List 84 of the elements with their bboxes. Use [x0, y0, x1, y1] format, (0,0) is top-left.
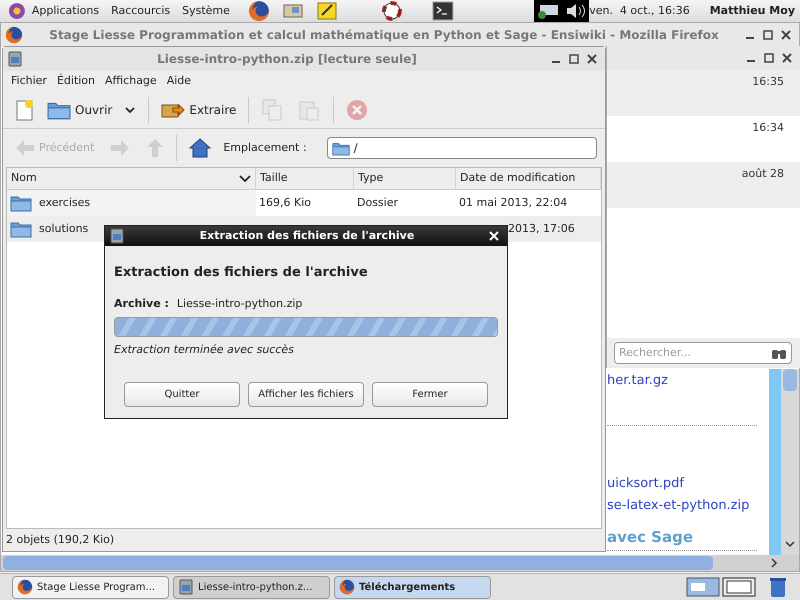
close-icon[interactable]: [782, 53, 792, 63]
panel-menu[interactable]: Applications: [26, 2, 106, 20]
toolbar-button[interactable]: Extraire: [157, 94, 240, 124]
download-time: 16:35: [752, 74, 784, 88]
table-cell-text: solutions: [39, 220, 88, 237]
new-document-icon: [15, 98, 35, 120]
menu-item[interactable]: Fichier: [7, 72, 51, 90]
trash-icon[interactable]: [768, 576, 788, 598]
scrollbar-thumb[interactable]: [783, 369, 797, 391]
section-heading: avec Sage: [607, 526, 694, 548]
column-header[interactable]: Nom: [7, 168, 256, 189]
archive-icon: [178, 579, 194, 595]
user-name[interactable]: Matthieu Moy: [710, 2, 795, 20]
flower-logo-icon: [8, 2, 26, 20]
maximize-icon[interactable]: [764, 53, 774, 63]
workspace-icon[interactable]: [686, 577, 720, 597]
status-message: Extraction terminée avec succès: [114, 342, 295, 358]
download-link[interactable]: se-latex-et-python.zip: [607, 496, 769, 516]
window-title: Stage Liesse Programmation et calcul mathématique en Python et Sage - Ensiwiki - Mozilla Firefox: [48, 27, 720, 44]
column-header[interactable]: Type: [354, 168, 456, 189]
folder-icon: [332, 140, 350, 156]
table-cell-text: 169,6 Kio: [259, 194, 311, 211]
location-field[interactable]: /: [326, 137, 597, 159]
download-row[interactable]: 16:35: [607, 70, 800, 116]
firefox-icon: [248, 0, 270, 22]
firefox-icon: [5, 26, 23, 44]
horizontal-scrollbar[interactable]: [1, 555, 799, 571]
firefox-icon: [17, 579, 33, 595]
vertical-scrollbar[interactable]: [781, 369, 799, 555]
column-header[interactable]: Taille: [256, 168, 354, 189]
menu-item[interactable]: Édition: [52, 72, 100, 90]
menu-item[interactable]: Aide: [162, 72, 196, 90]
folder-icon: [10, 194, 32, 212]
dialog-heading: Extraction des fichiers de l'archive: [114, 264, 369, 282]
download-link[interactable]: uicksort.pdf: [607, 474, 769, 493]
close-icon[interactable]: [781, 30, 791, 40]
notepad-icon[interactable]: [316, 1, 338, 21]
close-icon[interactable]: [587, 54, 597, 64]
column-header[interactable]: Date de modification: [456, 168, 601, 189]
download-time: août 28: [742, 166, 784, 180]
up-arrow-icon: [146, 138, 164, 158]
archive-icon: [7, 51, 23, 67]
home-icon: [189, 138, 212, 158]
dialog-button[interactable]: Afficher les fichiers: [248, 382, 364, 407]
download-time: 16:34: [752, 120, 784, 134]
workspace-icon[interactable]: [722, 577, 756, 597]
location-label: Emplacement :: [223, 140, 307, 156]
taskbar-button[interactable]: Téléchargements: [334, 576, 491, 598]
firefox-icon: [339, 579, 355, 595]
toolbar-button[interactable]: Ouvrir: [43, 94, 140, 124]
maximize-icon[interactable]: [763, 30, 773, 40]
dialog-title: Extraction des fichiers de l'archive: [198, 228, 416, 244]
archive-label: Archive :: [114, 296, 169, 312]
search-field[interactable]: Rechercher...: [614, 342, 792, 364]
table-cell-text: 01 mai 2013, 22:04: [459, 194, 568, 211]
taskbar-button[interactable]: Stage Liesse Program...: [12, 576, 169, 598]
taskbar-button[interactable]: Liesse-intro-python.z...: [173, 576, 330, 598]
archive-name: Liesse-intro-python.zip: [176, 296, 302, 312]
download-row[interactable]: août 28: [607, 162, 800, 208]
menu-item[interactable]: Affichage: [101, 72, 161, 90]
forward-arrow-icon: [110, 139, 130, 157]
table-cell-text: Dossier: [357, 194, 398, 211]
scrollbar-thumb[interactable]: [3, 556, 713, 570]
table-cell-text: exercises: [39, 194, 90, 211]
archive-icon: [109, 228, 125, 244]
dialog-button[interactable]: Quitter: [124, 382, 240, 407]
volume-icon[interactable]: [564, 2, 587, 20]
table-cell-text: 2013, 17:06: [508, 220, 575, 237]
terminal-icon[interactable]: [432, 1, 454, 21]
maximize-icon[interactable]: [569, 54, 579, 64]
dialog-button[interactable]: Fermer: [372, 382, 488, 407]
folder-icon: [10, 220, 32, 238]
panel-menu[interactable]: Système: [176, 2, 236, 20]
clock[interactable]: ven. 4 oct., 16:36: [589, 2, 690, 20]
caret-icon: [124, 104, 136, 114]
stop-icon: [346, 98, 368, 120]
back-arrow-icon: [15, 139, 35, 157]
download-link[interactable]: her.tar.gz: [607, 371, 769, 390]
sort-caret-icon: [239, 174, 251, 182]
lifebuoy-icon[interactable]: [382, 1, 402, 21]
window-title: Liesse-intro-python.zip [lecture seule]: [156, 51, 418, 68]
location-value: /: [354, 140, 358, 157]
panel-menu[interactable]: Raccourcis: [105, 2, 176, 20]
status-text: 2 objets (190,2 Kio): [6, 532, 114, 548]
